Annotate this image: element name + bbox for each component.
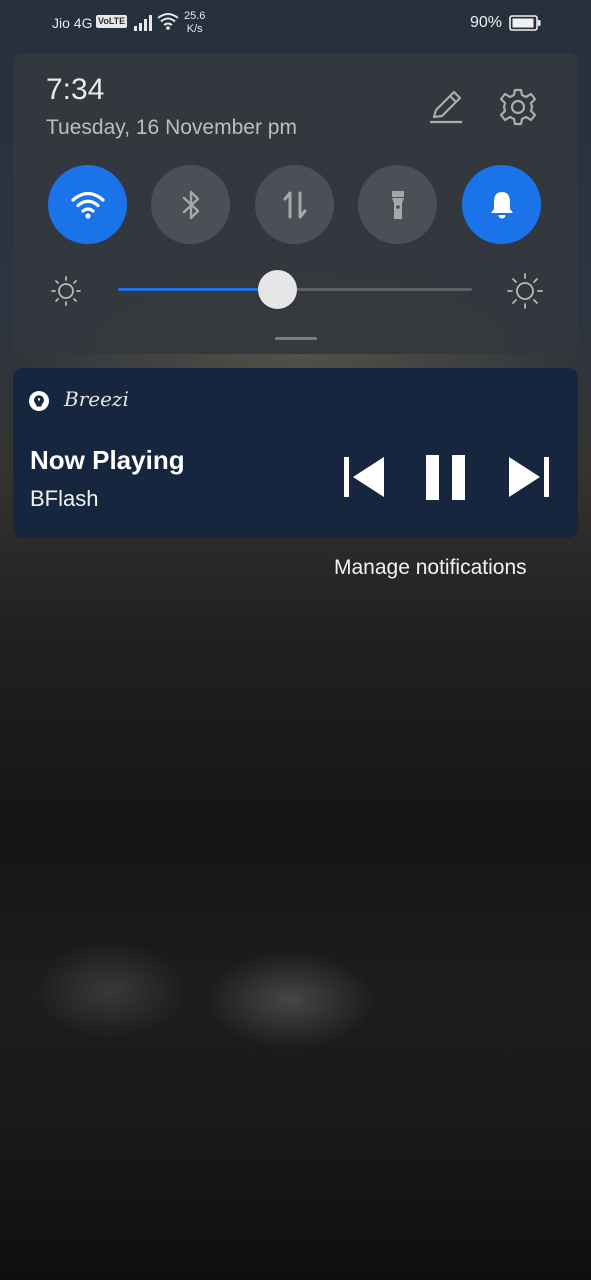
next-button[interactable] xyxy=(506,454,552,500)
pause-button[interactable] xyxy=(423,454,469,501)
panel-drag-handle[interactable] xyxy=(275,337,317,340)
app-name: Breezi xyxy=(64,387,129,411)
flashlight-icon xyxy=(391,190,404,219)
wifi-icon xyxy=(70,191,105,219)
volte-badge: VoLTE xyxy=(96,15,128,28)
media-title: Now Playing xyxy=(30,445,185,475)
mobile-data-toggle[interactable] xyxy=(255,165,334,244)
flashlight-toggle[interactable] xyxy=(358,165,437,244)
wifi-toggle[interactable] xyxy=(48,165,127,244)
status-bar: Jio 4G VoLTE 25.6 K/s 90% xyxy=(0,0,591,46)
bluetooth-icon xyxy=(182,190,199,219)
battery-percentage: 90% xyxy=(470,14,503,31)
network-speed: 25.6 K/s xyxy=(184,10,205,36)
speed-unit: K/s xyxy=(186,23,203,35)
media-artist: BFlash xyxy=(30,486,99,511)
previous-button[interactable] xyxy=(341,454,387,500)
clock-date: Tuesday, 16 November pm xyxy=(46,116,297,139)
brightness-slider-thumb[interactable] xyxy=(257,270,297,309)
manage-notifications-button[interactable]: Manage notifications xyxy=(334,556,527,580)
brightness-high-icon xyxy=(507,273,543,309)
clock-time: 7:34 xyxy=(46,73,105,106)
carrier-label: Jio 4G xyxy=(52,15,93,31)
quick-settings-panel: 7:34 Tuesday, 16 November pm xyxy=(13,53,578,354)
app-logo-icon xyxy=(34,395,44,407)
breezi-app-icon xyxy=(29,391,49,411)
brightness-slider-fill xyxy=(118,288,278,291)
pause-icon xyxy=(426,455,465,501)
notification-sound-toggle[interactable] xyxy=(462,165,541,244)
edit-icon[interactable] xyxy=(426,87,466,127)
bluetooth-toggle[interactable] xyxy=(151,165,230,244)
wifi-status-icon xyxy=(157,13,179,30)
battery-icon xyxy=(509,15,541,31)
next-icon xyxy=(509,457,549,497)
previous-icon xyxy=(344,457,384,497)
speed-value: 25.6 xyxy=(184,10,206,22)
gear-icon[interactable] xyxy=(498,87,538,127)
data-transfer-icon xyxy=(283,191,306,218)
signal-icon xyxy=(134,15,152,31)
bell-icon xyxy=(490,191,513,218)
media-notification[interactable]: Breezi Now Playing BFlash xyxy=(13,368,578,538)
brightness-low-icon xyxy=(51,276,81,306)
